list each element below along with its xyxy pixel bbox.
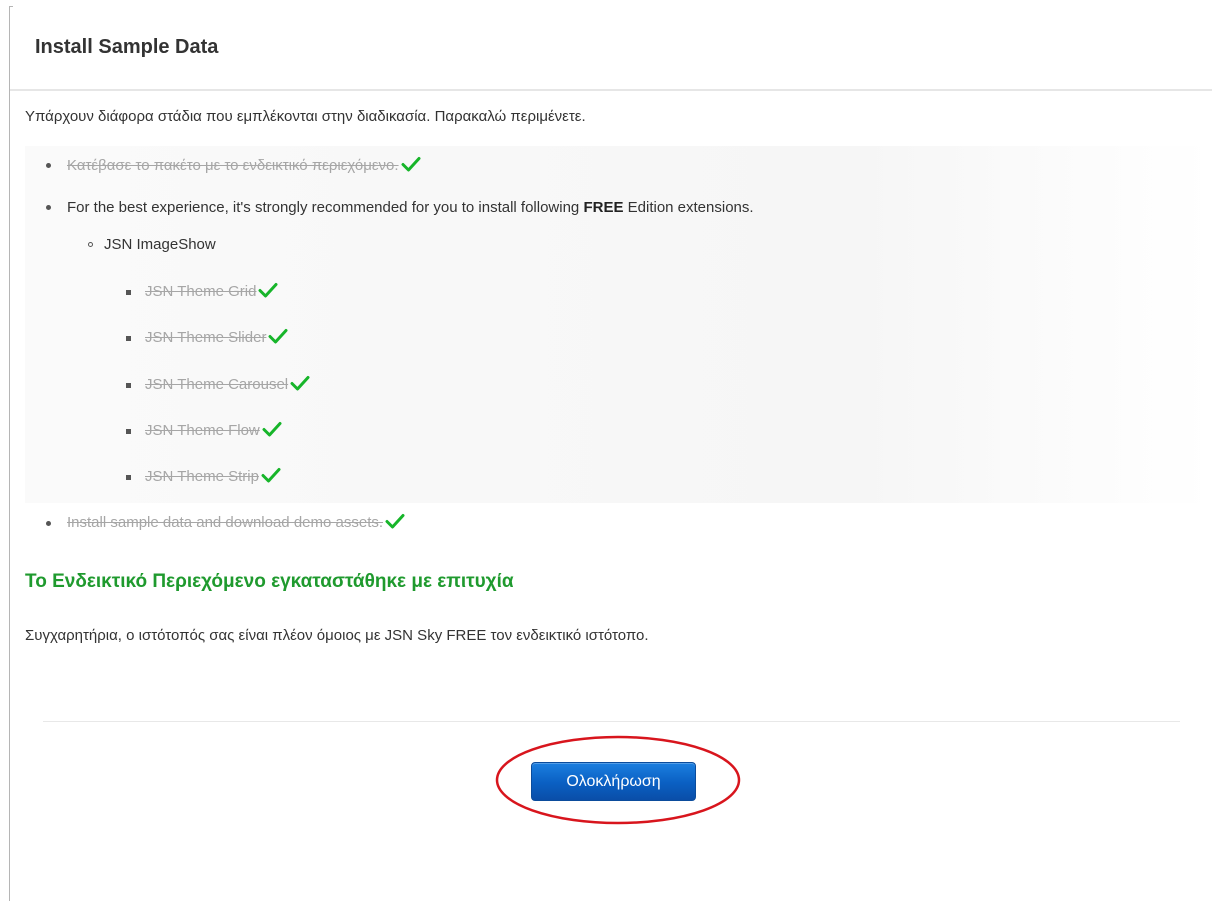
theme-carousel-label: JSN Theme Carousel — [145, 376, 289, 393]
success-title: Το Ενδεικτικό Περιεχόμενο εγκαταστάθηκε … — [25, 571, 514, 592]
theme-strip-label: JSN Theme Strip — [145, 468, 259, 485]
finish-button[interactable]: Ολοκλήρωση — [531, 762, 696, 801]
footer-divider — [43, 721, 1180, 722]
step-install-sample-data: Install sample data and download demo as… — [67, 513, 405, 533]
step-download-package-label: Κατέβασε το πακέτο με το ενδεικτικό περι… — [67, 157, 399, 174]
window-left-border — [9, 6, 10, 901]
check-icon — [261, 468, 281, 483]
modal-title: Install Sample Data — [35, 36, 219, 58]
bullet-square — [126, 429, 131, 434]
recommend-free-edition: FREE — [583, 199, 624, 216]
bullet-circle — [88, 242, 93, 247]
bullet-disc — [46, 205, 51, 210]
check-icon — [262, 422, 282, 437]
congrats-message: Συγχαρητήρια, ο ιστότοπός σας είναι πλέο… — [25, 627, 649, 644]
theme-grid-label: JSN Theme Grid — [145, 283, 257, 300]
check-icon — [268, 329, 288, 344]
bullet-disc — [46, 163, 51, 168]
check-icon — [290, 376, 310, 391]
theme-flow-label: JSN Theme Flow — [145, 422, 260, 439]
bullet-disc — [46, 521, 51, 526]
theme-item: JSN Theme Flow — [145, 421, 282, 441]
theme-item: JSN Theme Grid — [145, 282, 278, 302]
check-icon — [385, 514, 405, 529]
bullet-square — [126, 290, 131, 295]
theme-slider-label: JSN Theme Slider — [145, 329, 267, 346]
theme-item: JSN Theme Carousel — [145, 375, 310, 395]
bullet-square — [126, 475, 131, 480]
check-icon — [401, 157, 421, 172]
extension-imageshow: JSN ImageShow — [104, 236, 216, 253]
modal-header: Install Sample Data — [10, 0, 1212, 91]
check-icon — [258, 283, 278, 298]
step-recommend-extensions: For the best experience, it's strongly r… — [67, 198, 754, 218]
bullet-square — [126, 383, 131, 388]
recommend-prefix: For the best experience, it's strongly r… — [67, 199, 584, 216]
theme-item: JSN Theme Slider — [145, 328, 288, 348]
bullet-square — [126, 336, 131, 341]
recommend-suffix: Edition extensions. — [623, 199, 754, 216]
theme-item: JSN Theme Strip — [145, 467, 281, 487]
intro-text: Υπάρχουν διάφορα στάδια που εμπλέκονται … — [25, 108, 586, 125]
step-install-sample-label: Install sample data and download demo as… — [67, 514, 384, 531]
step-download-package: Κατέβασε το πακέτο με το ενδεικτικό περι… — [67, 156, 421, 176]
